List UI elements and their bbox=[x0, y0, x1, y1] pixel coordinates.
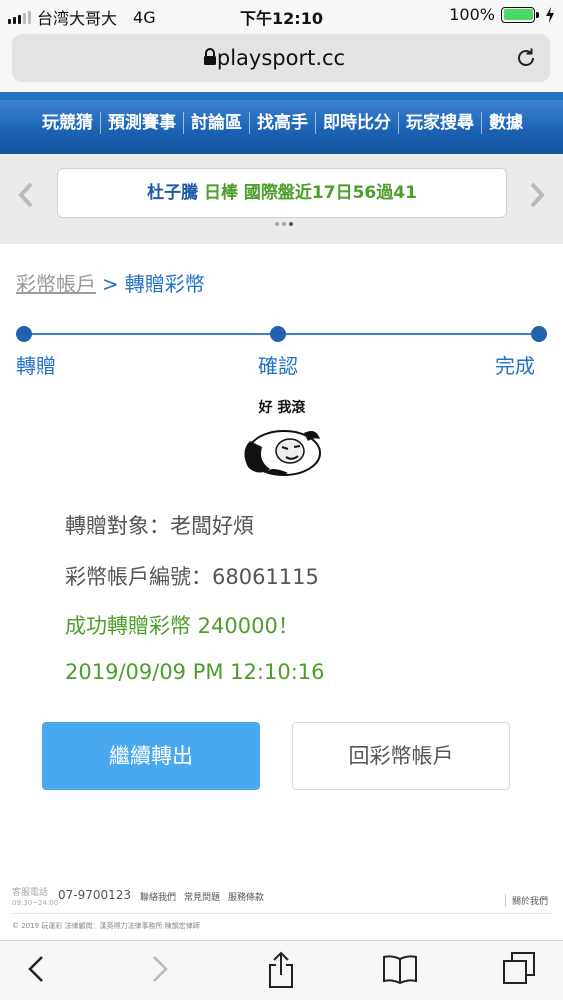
footer: 客服電話 09:30~24:00 07-9700123 聯絡我們 常見問題 服務… bbox=[12, 888, 552, 910]
back-icon[interactable] bbox=[26, 951, 46, 987]
browser-url-area: playsport.cc bbox=[0, 30, 563, 92]
marquee-player-name: 杜子騰 bbox=[147, 183, 199, 203]
tabs-icon[interactable] bbox=[502, 951, 536, 987]
meme-caption: 好 我滾 bbox=[258, 400, 306, 416]
footer-service-label: 客服電話 bbox=[12, 888, 49, 898]
breadcrumb-current: 轉贈彩幣 bbox=[124, 272, 205, 296]
url-text: playsport.cc bbox=[216, 46, 346, 70]
progress-steps: 轉贈 確認 完成 bbox=[0, 320, 563, 390]
marquee-record: 國際盤近17日56過41 bbox=[243, 183, 417, 203]
footer-service-hours: 09:30~24:00 bbox=[12, 899, 59, 907]
footer-phone[interactable]: 07-9700123 bbox=[58, 888, 131, 902]
nav-item-livescore[interactable]: 即時比分 bbox=[316, 112, 399, 134]
chevron-right-icon[interactable] bbox=[529, 182, 545, 208]
status-right: 100% bbox=[449, 5, 555, 24]
step-dot-3 bbox=[531, 326, 547, 342]
footer-link-about[interactable]: 關於我們 bbox=[504, 894, 548, 907]
step-label-transfer: 轉贈 bbox=[16, 354, 56, 378]
footer-link-terms[interactable]: 服務條款 bbox=[228, 890, 264, 903]
breadcrumb: 彩幣帳戶 > 轉贈彩幣 bbox=[16, 268, 205, 297]
nav-item-guess[interactable]: 玩競猜 bbox=[35, 112, 101, 134]
breadcrumb-link-account[interactable]: 彩幣帳戶 bbox=[16, 272, 96, 296]
footer-divider bbox=[12, 913, 552, 914]
browser-toolbar bbox=[0, 940, 563, 1000]
charging-icon bbox=[546, 6, 554, 23]
footer-copyright: © 2019 玩運彩 法律顧問：漢英得力法律事務所 陳韻宏律師 bbox=[12, 922, 200, 930]
continue-transfer-button[interactable]: 繼續轉出 bbox=[42, 722, 260, 790]
main-nav: 玩競猜 預測賽事 討論區 找高手 即時比分 玩家搜尋 數據 bbox=[0, 92, 563, 154]
account-number-text: 彩幣帳戶編號：68061115 bbox=[65, 565, 319, 589]
step-dot-2 bbox=[270, 326, 286, 342]
footer-link-contact[interactable]: 聯絡我們 bbox=[140, 890, 176, 903]
back-to-account-button[interactable]: 回彩幣帳戶 bbox=[292, 722, 510, 790]
transfer-datetime: 2019/09/09 PM 12:10:16 bbox=[65, 660, 325, 684]
nav-items: 玩競猜 預測賽事 討論區 找高手 即時比分 玩家搜尋 數據 bbox=[35, 112, 530, 134]
nav-item-experts[interactable]: 找高手 bbox=[250, 112, 316, 134]
step-label-confirm: 確認 bbox=[258, 354, 298, 378]
nav-item-predict[interactable]: 預測賽事 bbox=[101, 112, 184, 134]
step-label-complete: 完成 bbox=[495, 354, 535, 378]
battery-percent: 100% bbox=[449, 5, 495, 24]
marquee-area: 杜子騰 日棒 國際盤近17日56過41 bbox=[0, 154, 563, 244]
nav-item-data[interactable]: 數據 bbox=[482, 112, 530, 134]
footer-link-faq[interactable]: 常見問題 bbox=[184, 890, 220, 903]
nav-item-player-search[interactable]: 玩家搜尋 bbox=[399, 112, 482, 134]
step-dot-1 bbox=[16, 326, 32, 342]
battery-icon bbox=[501, 6, 539, 23]
marquee-box[interactable]: 杜子騰 日棒 國際盤近17日56過41 bbox=[57, 168, 507, 218]
nav-item-forum[interactable]: 討論區 bbox=[184, 112, 250, 134]
forward-icon[interactable] bbox=[150, 951, 170, 987]
panda-meme-icon bbox=[244, 430, 321, 476]
footer-links: 聯絡我們 常見問題 服務條款 bbox=[140, 890, 264, 903]
marquee-sport: 日棒 bbox=[204, 183, 238, 203]
recipient-text: 轉贈對象：老闆好煩 bbox=[65, 514, 254, 538]
url-bar[interactable]: playsport.cc bbox=[12, 34, 550, 82]
bookmarks-icon[interactable] bbox=[382, 951, 418, 987]
chevron-left-icon[interactable] bbox=[18, 182, 34, 208]
panda-meme-image: 好 我滾 bbox=[236, 395, 328, 483]
reload-icon[interactable] bbox=[514, 46, 538, 70]
breadcrumb-separator: > bbox=[102, 272, 119, 296]
success-message: 成功轉贈彩幣 240000！ bbox=[65, 614, 299, 638]
carousel-dots bbox=[275, 222, 293, 226]
share-icon[interactable] bbox=[266, 951, 296, 989]
status-bar: 台湾大哥大 4G 下午12:10 100% bbox=[0, 0, 563, 30]
